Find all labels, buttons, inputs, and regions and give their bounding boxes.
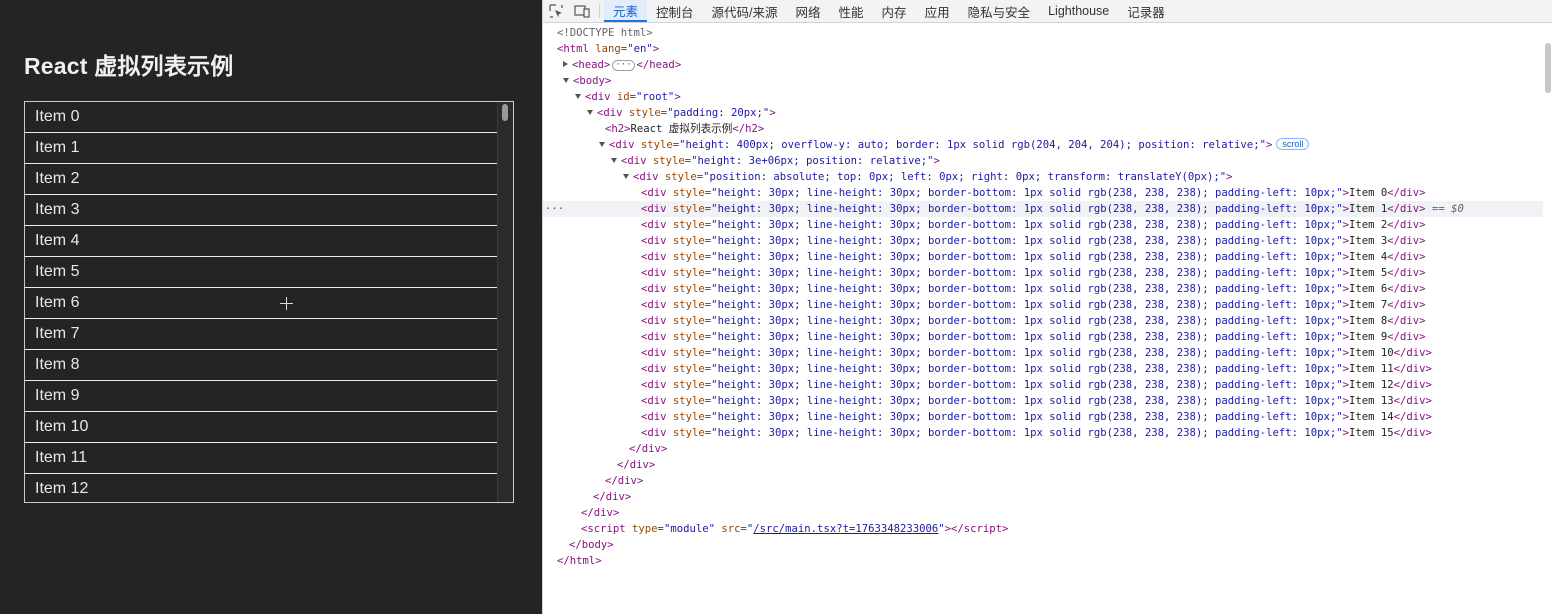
dom-padding-div[interactable]: <div style="padding: 20px;">: [543, 105, 1552, 121]
devtools-tab[interactable]: Lighthouse: [1039, 0, 1118, 22]
expand-triangle-icon[interactable]: [563, 61, 568, 67]
dom-item-row[interactable]: <div style="height: 30px; line-height: 3…: [543, 249, 1552, 265]
dom-item-row[interactable]: <div style="height: 30px; line-height: 3…: [543, 265, 1552, 281]
dom-item-row[interactable]: <div style="height: 30px; line-height: 3…: [543, 185, 1552, 201]
devtools-tab[interactable]: 隐私与安全: [959, 0, 1040, 22]
dom-item-row[interactable]: <div style="height: 30px; line-height: 3…: [543, 297, 1552, 313]
crosshair-cursor-icon: [280, 297, 293, 310]
list-item: Item 0: [25, 102, 498, 133]
dom-item-row[interactable]: <div style="height: 30px; line-height: 3…: [543, 233, 1552, 249]
dom-item-row[interactable]: <div style="height: 30px; line-height: 3…: [543, 425, 1552, 441]
collapse-triangle-icon[interactable]: [575, 94, 581, 99]
elements-dom-tree: <!DOCTYPE html> <html lang="en"> <head> ·…: [543, 23, 1552, 614]
device-toggle-icon[interactable]: [569, 0, 595, 22]
devtools-tab[interactable]: 内存: [873, 0, 916, 22]
toolbar-divider: [599, 4, 600, 18]
list-item: Item 8: [25, 350, 498, 381]
list-item: Item 12: [25, 474, 498, 502]
virtual-list-container[interactable]: Item 0 Item 1 Item 2 Item 3 Item 4 Item 5 Item…: [24, 101, 514, 503]
dom-html[interactable]: <html lang="en">: [543, 41, 1552, 57]
collapse-triangle-icon[interactable]: [599, 142, 605, 147]
dom-phantom-div[interactable]: <div style="height: 3e+06px; position: r…: [543, 153, 1552, 169]
page-preview: React 虚拟列表示例 Item 0 Item 1 Item 2 Item 3 Ite…: [0, 0, 542, 614]
list-item: Item 4: [25, 226, 498, 257]
list-item: Item 6: [25, 288, 498, 319]
dom-item-row[interactable]: <div style="height: 30px; line-height: 3…: [543, 345, 1552, 361]
devtools-scrollbar[interactable]: [1543, 23, 1552, 614]
dom-root-div[interactable]: <div id="root">: [543, 89, 1552, 105]
list-scrollbar[interactable]: [497, 102, 513, 502]
dom-body[interactable]: <body>: [543, 73, 1552, 89]
devtools-toolbar: 元素 控制台 源代码/来源 网络 性能 内存 应用 隐私与安全 Lighthouse 记录器: [543, 0, 1552, 23]
script-src-link[interactable]: /src/main.tsx?t=1763348233006: [753, 523, 938, 535]
collapse-triangle-icon[interactable]: [563, 78, 569, 83]
list-item: Item 5: [25, 257, 498, 288]
devtools-tab[interactable]: 源代码/来源: [703, 0, 787, 22]
ellipsis-icon[interactable]: ···: [612, 60, 635, 71]
dom-close-body: </body>: [569, 539, 614, 551]
dom-script[interactable]: <script type="module" src="/src/main.tsx…: [543, 521, 1552, 537]
dom-close-html: </html>: [557, 555, 602, 567]
devtools-tab[interactable]: 网络: [787, 0, 830, 22]
devtools-tab[interactable]: 性能: [830, 0, 873, 22]
dom-item-row[interactable]: <div style="height: 30px; line-height: 3…: [543, 409, 1552, 425]
dom-head[interactable]: <head> ··· </head>: [543, 57, 1552, 73]
more-dots-icon[interactable]: ···: [545, 201, 564, 217]
devtools-tab[interactable]: 记录器: [1118, 0, 1174, 22]
list-item: Item 11: [25, 443, 498, 474]
selected-marker: == $0: [1431, 203, 1464, 215]
devtools-panel: 元素 控制台 源代码/来源 网络 性能 内存 应用 隐私与安全 Lighthouse 记录器 <!…: [542, 0, 1552, 614]
devtools-tabs: 元素 控制台 源代码/来源 网络 性能 内存 应用 隐私与安全 Lighthouse 记录器: [604, 0, 1174, 22]
dom-item-row[interactable]: <div style="height: 30px; line-height: 3…: [543, 393, 1552, 409]
list-item: Item 7: [25, 319, 498, 350]
dom-close-div: </div>: [629, 443, 668, 455]
dom-close-div: </div>: [593, 491, 632, 503]
devtools-tab[interactable]: 控制台: [647, 0, 703, 22]
dom-close-div: </div>: [581, 507, 620, 519]
dom-item-rows: <div style="height: 30px; line-height: 3…: [543, 185, 1552, 441]
scroll-badge[interactable]: scroll: [1276, 138, 1310, 150]
dom-item-row[interactable]: <div style="height: 30px; line-height: 3…: [543, 329, 1552, 345]
dom-close-div: </div>: [617, 459, 656, 471]
page-title: React 虚拟列表示例: [24, 53, 234, 79]
collapse-triangle-icon[interactable]: [623, 174, 629, 179]
dom-scroll-div[interactable]: <div style="height: 400px; overflow-y: a…: [543, 137, 1552, 153]
collapse-triangle-icon[interactable]: [611, 158, 617, 163]
collapse-triangle-icon[interactable]: [587, 110, 593, 115]
dom-item-row[interactable]: <div style="height: 30px; line-height: 3…: [543, 313, 1552, 329]
inspect-element-icon[interactable]: [543, 0, 569, 22]
dom-item-row[interactable]: <div style="height: 30px; line-height: 3…: [543, 281, 1552, 297]
list-item: Item 1: [25, 133, 498, 164]
dom-item-row[interactable]: <div style="height: 30px; line-height: 3…: [543, 377, 1552, 393]
list-item: Item 9: [25, 381, 498, 412]
devtools-scrollbar-thumb[interactable]: [1545, 43, 1551, 93]
dom-translate-div[interactable]: <div style="position: absolute; top: 0px…: [543, 169, 1552, 185]
list-item: Item 10: [25, 412, 498, 443]
dom-close-div: </div>: [605, 475, 644, 487]
virtual-list-rows: Item 0 Item 1 Item 2 Item 3 Item 4 Item 5 Item…: [25, 102, 513, 502]
dom-doctype: <!DOCTYPE html>: [557, 27, 653, 39]
dom-item-row[interactable]: <div style="height: 30px; line-height: 3…: [543, 217, 1552, 233]
devtools-tab[interactable]: 元素: [604, 0, 648, 22]
list-item: Item 2: [25, 164, 498, 195]
devtools-tab[interactable]: 应用: [916, 0, 959, 22]
dom-h2[interactable]: <h2>React 虚拟列表示例</h2>: [543, 121, 1552, 137]
list-item: Item 3: [25, 195, 498, 226]
dom-item-row[interactable]: <div style="height: 30px; line-height: 3…: [543, 361, 1552, 377]
dom-item-row[interactable]: ··· <div style="height: 30px; line-height…: [543, 201, 1552, 217]
list-scrollbar-thumb[interactable]: [502, 104, 508, 121]
